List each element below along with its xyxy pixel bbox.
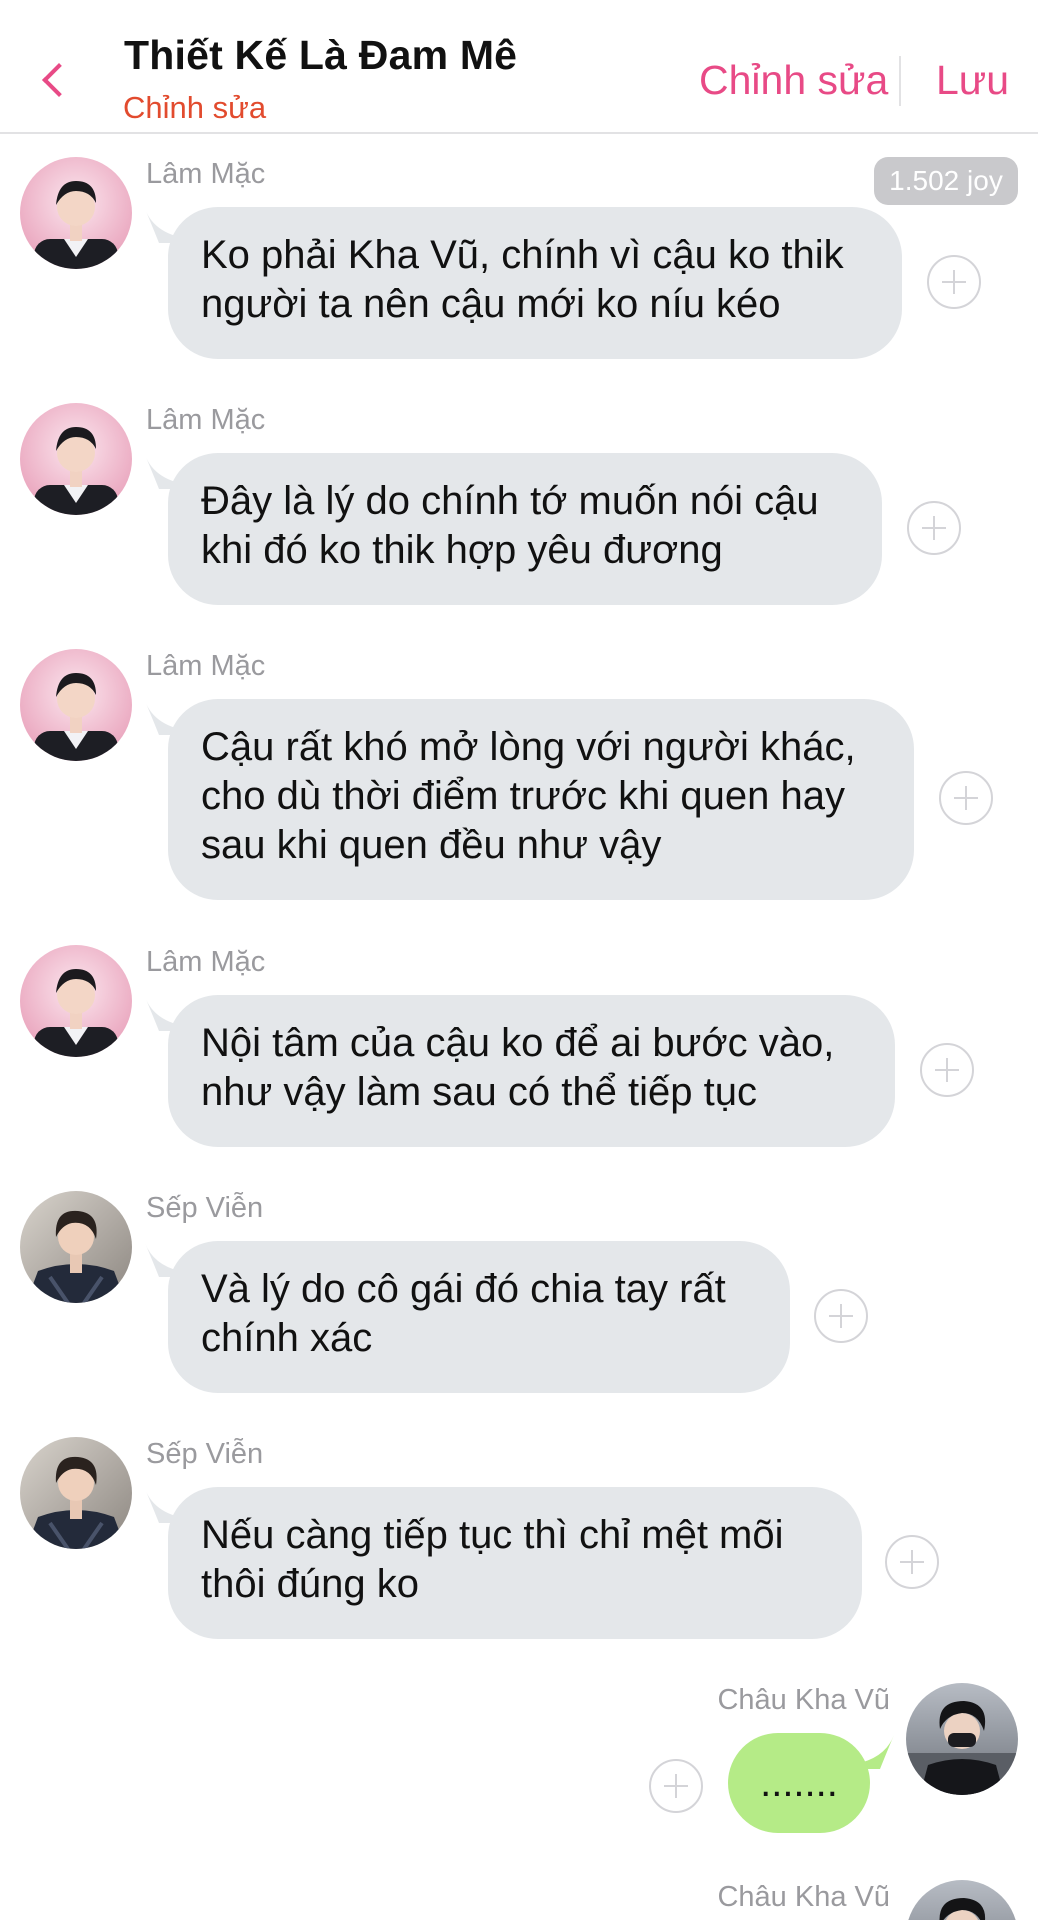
chat-title: Thiết Kế Là Đam Mê	[124, 32, 518, 78]
sender-name: Lâm Mặc	[146, 650, 266, 682]
avatar[interactable]	[906, 1880, 1018, 1920]
avatar[interactable]	[20, 1437, 132, 1549]
message-bubble[interactable]: Nội tâm của cậu ko để ai bước vào, như v…	[168, 995, 895, 1147]
avatar[interactable]	[20, 649, 132, 761]
sender-name: Lâm Mặc	[146, 404, 266, 436]
avatar[interactable]	[906, 1683, 1018, 1795]
header-divider	[899, 56, 901, 106]
sender-name: Lâm Mặc	[146, 158, 266, 190]
edit-button[interactable]: Chỉnh sửa	[699, 57, 888, 104]
message-bubble[interactable]: Và lý do cô gái đó chia tay rất chính xá…	[168, 1241, 790, 1393]
sender-name: Châu Kha Vũ	[717, 1881, 890, 1913]
add-reaction-button[interactable]	[649, 1759, 703, 1813]
avatar[interactable]	[20, 157, 132, 269]
sender-name: Sếp Viễn	[146, 1192, 264, 1224]
message-bubble[interactable]: Nếu càng tiếp tục thì chỉ mệt mõi thôi đ…	[168, 1487, 862, 1639]
message-bubble[interactable]: Đây là lý do chính tớ muốn nói cậu khi đ…	[168, 453, 882, 605]
sender-name: Châu Kha Vũ	[717, 1684, 890, 1716]
sender-name: Lâm Mặc	[146, 946, 266, 978]
add-reaction-button[interactable]	[885, 1535, 939, 1589]
chat-header: Thiết Kế Là Đam Mê Chỉnh sửa Chỉnh sửa L…	[0, 0, 1038, 134]
back-button[interactable]	[34, 55, 76, 105]
avatar[interactable]	[20, 403, 132, 515]
add-reaction-button[interactable]	[814, 1289, 868, 1343]
chevron-left-icon	[42, 63, 76, 97]
add-reaction-button[interactable]	[920, 1043, 974, 1097]
message-bubble[interactable]: Cậu rất khó mở lòng với người khác, cho …	[168, 699, 914, 900]
sender-name: Sếp Viễn	[146, 1438, 264, 1470]
chat-subtitle: Chỉnh sửa	[123, 90, 267, 125]
add-reaction-button[interactable]	[939, 771, 993, 825]
joy-badge: 1.502 joy	[874, 157, 1018, 205]
avatar[interactable]	[20, 1191, 132, 1303]
save-button[interactable]: Lưu	[936, 57, 1009, 104]
add-reaction-button[interactable]	[927, 255, 981, 309]
message-bubble[interactable]: .......	[728, 1733, 870, 1833]
message-bubble[interactable]: Ko phải Kha Vũ, chính vì cậu ko thik ngư…	[168, 207, 902, 359]
add-reaction-button[interactable]	[907, 501, 961, 555]
avatar[interactable]	[20, 945, 132, 1057]
